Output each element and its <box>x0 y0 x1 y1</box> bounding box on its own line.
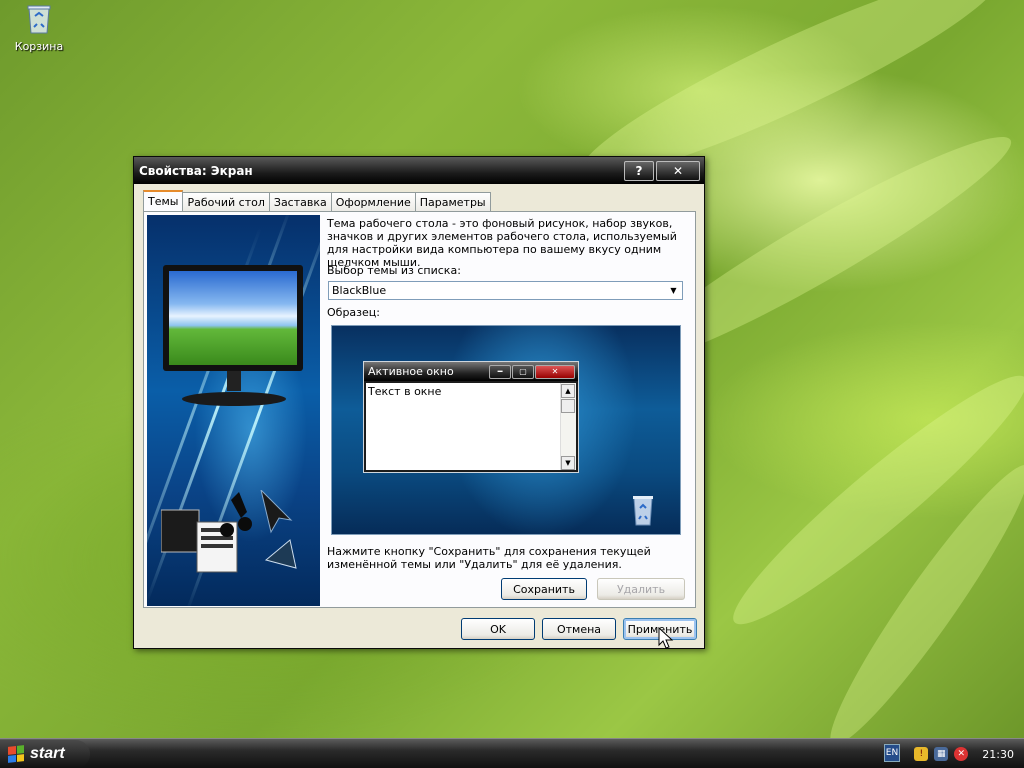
scroll-down-icon: ▼ <box>561 456 575 470</box>
recycle-bin-icon <box>26 4 52 34</box>
ok-button[interactable]: OK <box>461 618 535 640</box>
save-button[interactable]: Сохранить <box>501 578 587 600</box>
security-shield-icon[interactable]: ! <box>914 747 929 761</box>
taskbar: start EN ! ▦ ✕ 21:30 <box>0 738 1024 768</box>
clock[interactable]: 21:30 <box>982 748 1014 761</box>
start-label: start <box>30 745 65 762</box>
tab-strip: Темы Рабочий стол Заставка Оформление Па… <box>143 190 491 211</box>
scroll-thumb <box>561 399 575 413</box>
display-properties-dialog: Свойства: Экран ? ✕ Темы Рабочий стол За… <box>133 156 705 649</box>
start-button[interactable]: start <box>0 740 90 768</box>
tab-settings[interactable]: Параметры <box>414 192 491 211</box>
minimize-icon: ━ <box>489 364 511 379</box>
chevron-down-icon[interactable]: ▼ <box>667 284 680 297</box>
wallpaper-leaf <box>715 354 1024 646</box>
alert-icon[interactable]: ✕ <box>954 747 969 761</box>
preview-window-title: Активное окно <box>368 365 454 378</box>
tab-desktop[interactable]: Рабочий стол <box>182 192 270 211</box>
mouse-cursor-icon <box>658 627 674 649</box>
dialog-title: Свойства: Экран <box>139 163 253 178</box>
tab-screensaver[interactable]: Заставка <box>268 192 332 211</box>
tab-appearance[interactable]: Оформление <box>330 192 416 211</box>
windows-flag-icon <box>8 745 24 763</box>
preview-active-window: Активное окно ━ ▢ ✕ Текст в окне ▲ ▼ <box>363 361 579 473</box>
monitor-illustration-icon <box>163 265 303 371</box>
desktop-items-illustration-icon <box>161 490 297 573</box>
tab-themes[interactable]: Темы <box>143 190 184 211</box>
system-tray: ! ▦ ✕ 21:30 <box>880 740 1024 768</box>
themes-illustration <box>147 215 320 606</box>
save-hint: Нажмите кнопку "Сохранить" для сохранени… <box>327 545 651 571</box>
themes-description: Тема рабочего стола - это фоновый рисуно… <box>327 217 677 269</box>
network-icon[interactable]: ▦ <box>934 747 949 761</box>
maximize-icon: ▢ <box>512 364 534 379</box>
help-button[interactable]: ? <box>624 160 654 181</box>
delete-button[interactable]: Удалить <box>597 578 685 600</box>
monitor-stand-icon <box>182 371 286 406</box>
preview-window-text: Текст в окне <box>368 385 442 398</box>
close-button[interactable]: ✕ <box>656 160 700 181</box>
close-icon: ✕ <box>535 364 575 379</box>
recycle-bin-icon <box>633 496 653 526</box>
recycle-bin-desktop-icon[interactable]: Корзина <box>10 4 68 53</box>
dialog-titlebar[interactable]: Свойства: Экран ? ✕ <box>134 157 704 184</box>
preview-label: Образец: <box>327 306 380 319</box>
theme-select[interactable]: BlackBlue ▼ <box>328 281 683 300</box>
theme-select-value: BlackBlue <box>332 284 387 297</box>
recycle-bin-label: Корзина <box>14 40 64 53</box>
theme-preview: Активное окно ━ ▢ ✕ Текст в окне ▲ ▼ <box>331 325 681 535</box>
theme-select-label: Выбор темы из списка: <box>327 264 461 277</box>
cancel-button[interactable]: Отмена <box>542 618 616 640</box>
scroll-up-icon: ▲ <box>561 384 575 398</box>
themes-panel: Тема рабочего стола - это фоновый рисуно… <box>143 211 696 608</box>
preview-scrollbar: ▲ ▼ <box>560 383 576 470</box>
